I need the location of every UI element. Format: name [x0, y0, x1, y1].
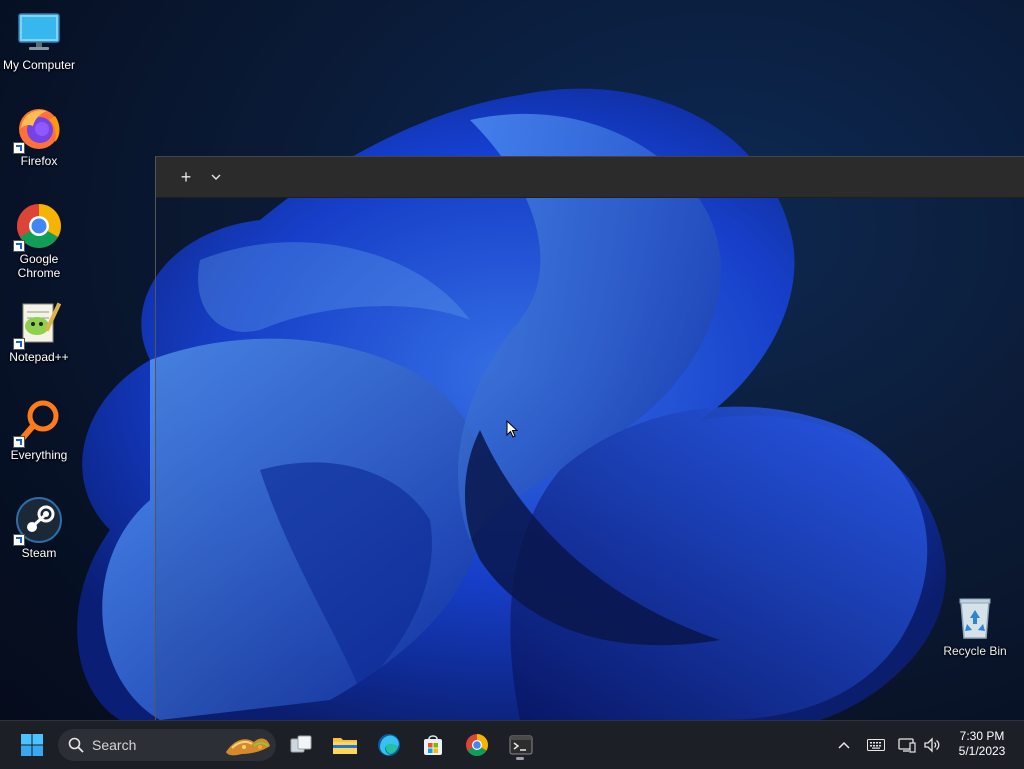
search-label: Search — [92, 737, 137, 753]
start-button[interactable] — [16, 729, 48, 761]
desktop-icon-steam[interactable]: Steam — [1, 496, 77, 560]
taskbar: Search 7:30 PM 5/1/2023 — [0, 720, 1024, 769]
desktop-icon-label: Notepad++ — [9, 350, 69, 364]
terminal-titlebar[interactable]: + — [156, 157, 1024, 198]
volume-button[interactable] — [916, 729, 948, 761]
desktop-icon-label: My Computer — [2, 58, 76, 72]
terminal-icon — [509, 735, 533, 755]
search-icon — [68, 737, 84, 753]
keyboard-icon — [867, 739, 885, 751]
search-box[interactable]: Search — [58, 729, 276, 761]
network-icon — [898, 738, 916, 753]
desktop-icon-firefox[interactable]: Firefox — [1, 104, 77, 168]
chrome-icon — [466, 734, 488, 756]
show-hidden-icons-button[interactable] — [828, 729, 860, 761]
store-button[interactable] — [417, 729, 449, 761]
edge-icon — [378, 734, 400, 756]
terminal-body[interactable] — [156, 198, 1024, 721]
desktop-icon-label: Google Chrome — [17, 252, 61, 280]
desktop-icon-label: Firefox — [20, 154, 58, 168]
keyboard-button[interactable] — [860, 729, 892, 761]
mouse-cursor-icon — [506, 420, 518, 438]
desktop-icon-label: Steam — [21, 546, 57, 560]
monitor-icon — [15, 8, 63, 56]
chevron-down-icon — [211, 174, 221, 180]
chrome-taskbar-button[interactable] — [461, 729, 493, 761]
chevron-up-icon — [838, 741, 850, 749]
new-tab-button[interactable]: + — [172, 163, 200, 191]
clock[interactable]: 7:30 PM 5/1/2023 — [948, 729, 1016, 759]
file-explorer-button[interactable] — [329, 729, 361, 761]
search-highlight-icon — [226, 738, 270, 756]
tab-dropdown-button[interactable] — [202, 163, 230, 191]
clock-time: 7:30 PM — [959, 729, 1005, 743]
start-icon — [21, 734, 43, 756]
chrome-icon — [13, 202, 63, 252]
terminal-window[interactable]: + — [155, 156, 1024, 721]
desktop-icon-my-computer[interactable]: My Computer — [1, 8, 77, 72]
desktop-icon-everything[interactable]: Everything — [1, 398, 77, 462]
notepadpp-icon — [13, 300, 63, 350]
desktop-icon-google-chrome[interactable]: Google Chrome — [1, 202, 77, 280]
desktop-icon-notepadpp[interactable]: Notepad++ — [1, 300, 77, 364]
steam-icon — [13, 496, 63, 546]
file-explorer-icon — [333, 738, 357, 754]
store-icon — [424, 735, 442, 755]
clock-date: 5/1/2023 — [958, 744, 1006, 758]
desktop-icon-label: Everything — [10, 448, 68, 462]
task-view-button[interactable] — [285, 729, 317, 761]
everything-icon — [13, 398, 63, 448]
terminal-active-indicator — [516, 757, 524, 760]
task-view-icon — [290, 735, 312, 753]
volume-icon — [924, 737, 940, 753]
edge-button[interactable] — [373, 729, 405, 761]
firefox-icon — [13, 104, 63, 154]
